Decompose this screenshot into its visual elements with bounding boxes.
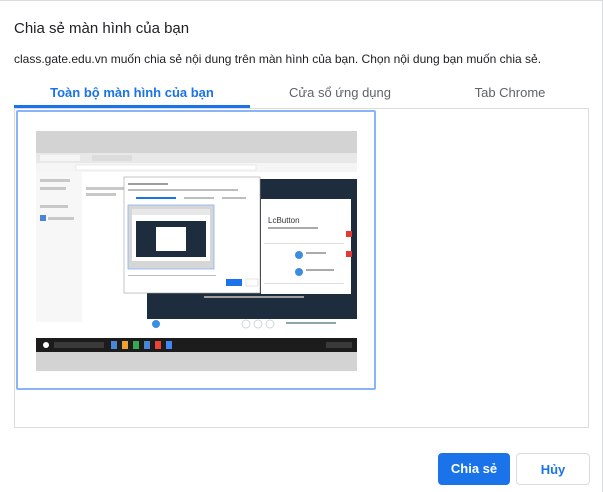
entire-screen-option[interactable]: LcButton xyxy=(16,110,376,390)
dialog-actions: Chia sẻ Hủy xyxy=(438,453,590,485)
screen-thumbnail: LcButton xyxy=(36,131,357,371)
source-list-panel: LcButton xyxy=(14,108,589,428)
share-screen-dialog: Chia sẻ màn hình của bạn class.gate.edu.… xyxy=(0,0,603,492)
tab-application-window[interactable]: Cửa sổ ứng dụng xyxy=(250,80,430,108)
share-button[interactable]: Chia sẻ xyxy=(438,453,510,485)
cancel-button[interactable]: Hủy xyxy=(516,453,590,485)
source-tabs: Toàn bộ màn hình của bạn Cửa sổ ứng dụng… xyxy=(14,80,590,108)
tab-entire-screen[interactable]: Toàn bộ màn hình của bạn xyxy=(14,80,250,108)
svg-text:LcButton: LcButton xyxy=(268,216,300,225)
tab-chrome-tab[interactable]: Tab Chrome xyxy=(430,80,590,108)
dialog-description: class.gate.edu.vn muốn chia sẻ nội dung … xyxy=(14,52,542,66)
screen-thumbnail-image: LcButton xyxy=(36,131,357,371)
dialog-top-border xyxy=(0,0,603,1)
dialog-title: Chia sẻ màn hình của bạn xyxy=(14,20,190,37)
